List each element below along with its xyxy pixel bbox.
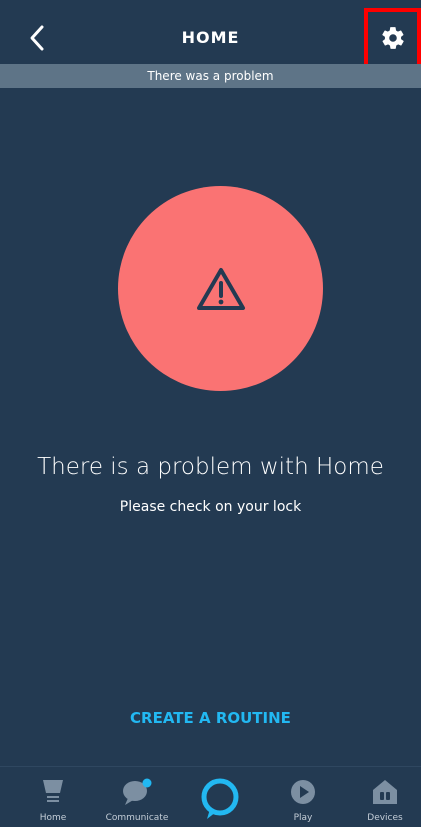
- nav-communicate-label: Communicate: [105, 813, 169, 823]
- problem-subtext: Please check on your lock: [119, 499, 302, 515]
- nav-communicate[interactable]: Communicate: [100, 767, 174, 827]
- page-title: HOME: [181, 28, 240, 47]
- gear-icon: [381, 27, 404, 49]
- create-routine-link[interactable]: CREATE A ROUTINE: [0, 709, 421, 727]
- nav-play-label: Play: [293, 813, 313, 823]
- devices-icon: [373, 780, 397, 804]
- nav-home[interactable]: Home: [27, 767, 79, 827]
- alexa-icon: [201, 778, 239, 819]
- chat-icon: [123, 778, 152, 805]
- nav-devices[interactable]: Devices: [362, 767, 408, 827]
- top-app-bar: HOME: [0, 0, 421, 68]
- nav-devices-label: Devices: [367, 813, 403, 823]
- problem-headline: There is a problem with Home: [37, 454, 384, 480]
- home-icon: [43, 780, 63, 802]
- settings-button[interactable]: [364, 8, 421, 68]
- play-icon: [291, 780, 315, 804]
- nav-play[interactable]: Play: [283, 767, 323, 827]
- warning-icon: [196, 267, 245, 310]
- alert-circle: [118, 186, 323, 391]
- bottom-navigation: Home Communicate Play Devices: [0, 766, 421, 827]
- nav-home-label: Home: [39, 813, 67, 823]
- nav-alexa[interactable]: [196, 767, 244, 827]
- error-banner: There was a problem: [0, 64, 421, 88]
